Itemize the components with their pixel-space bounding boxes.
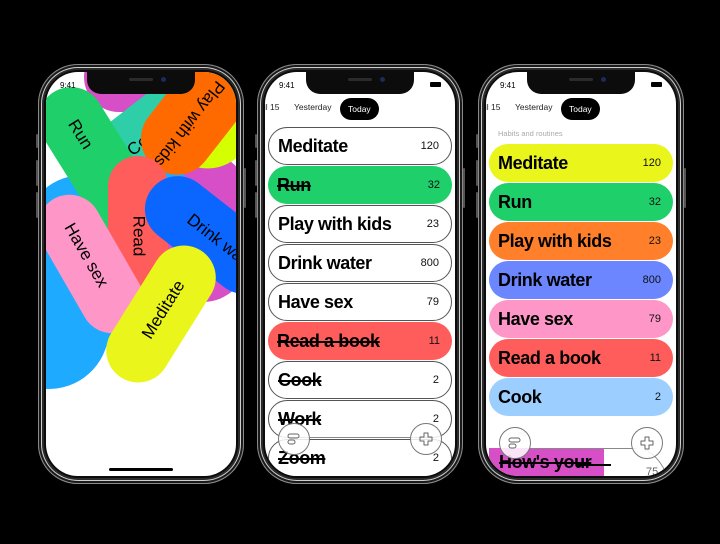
power-button <box>244 168 246 208</box>
habit-row[interactable]: Have sex 79 <box>268 283 452 321</box>
habit-name: Have sex <box>278 291 353 312</box>
pill-label: Read <box>128 215 148 257</box>
habit-count: 79 <box>426 296 439 308</box>
routine-item-strike-extension <box>576 464 611 466</box>
battery-icon <box>651 82 662 87</box>
status-time: 9:41 <box>279 81 295 90</box>
habit-count: 2 <box>432 452 439 464</box>
habit-row[interactable]: Meditate 120 <box>489 144 673 182</box>
battery-icon <box>430 82 441 87</box>
habit-name: Read a book <box>277 330 380 351</box>
mute-switch <box>476 134 478 148</box>
habit-count: 11 <box>649 352 661 364</box>
habit-count: 800 <box>642 274 661 286</box>
habit-count: 120 <box>642 157 661 169</box>
volume-down-button <box>36 192 38 218</box>
section-label-habits: Habits and routines <box>498 129 563 138</box>
phone-collage: 9:41 Cook Play with kids Run Read Drink … <box>36 64 246 484</box>
home-indicator[interactable] <box>109 468 173 471</box>
status-time: 9:41 <box>60 81 76 90</box>
tab-today[interactable]: Today <box>561 98 600 120</box>
volume-down-button <box>476 192 478 218</box>
habit-row[interactable]: Drink water 800 <box>489 261 673 299</box>
power-button <box>684 168 686 208</box>
habit-count: 32 <box>427 179 440 191</box>
screen: 9:41 ril 15 Yesterday Today Meditate 120 R… <box>265 72 455 476</box>
habit-count: 120 <box>420 140 439 152</box>
menu-button[interactable] <box>278 423 310 455</box>
habit-row[interactable]: Play with kids 23 <box>489 222 673 260</box>
tab-yesterday[interactable]: Yesterday <box>294 102 332 112</box>
status-time: 9:41 <box>500 81 516 90</box>
habit-row[interactable]: Read a book 11 <box>489 339 673 377</box>
notch <box>87 72 195 94</box>
habit-count: 800 <box>420 257 439 269</box>
habit-row[interactable]: Drink water 800 <box>268 244 452 282</box>
volume-up-button <box>476 160 478 186</box>
habit-name: Play with kids <box>498 230 612 251</box>
habit-count: 23 <box>648 235 661 247</box>
power-button <box>463 168 465 208</box>
habit-row[interactable]: Cook 2 <box>268 361 452 399</box>
pill-label: Have sex <box>60 219 113 291</box>
menu-icon <box>287 433 300 445</box>
plus-icon <box>640 436 654 450</box>
plus-icon <box>419 432 433 446</box>
habit-name: Cook <box>498 386 542 407</box>
volume-up-button <box>36 160 38 186</box>
habit-row[interactable]: Run 32 <box>489 183 673 221</box>
date-tabs: ril 15 Yesterday Today <box>265 98 455 122</box>
notch <box>527 72 635 94</box>
tab-april-15[interactable]: ril 15 <box>486 102 500 112</box>
habit-name: Play with kids <box>278 213 392 234</box>
notch <box>306 72 414 94</box>
volume-down-button <box>255 192 257 218</box>
habit-count: 79 <box>648 313 661 325</box>
pill-label: Meditate <box>137 276 189 343</box>
habit-name: Run <box>498 191 532 212</box>
habit-count: 2 <box>432 374 439 386</box>
habit-row[interactable]: Read a book 11 <box>268 322 452 360</box>
add-button[interactable] <box>631 427 663 459</box>
add-button[interactable] <box>410 423 442 455</box>
habit-name: Drink water <box>278 252 372 273</box>
bottom-bar-line <box>526 448 636 449</box>
tab-yesterday[interactable]: Yesterday <box>515 102 553 112</box>
habit-name: Drink water <box>498 269 592 290</box>
habit-row[interactable]: Play with kids 23 <box>268 205 452 243</box>
habit-count: 2 <box>432 413 439 425</box>
habit-row[interactable]: Run 32 <box>268 166 452 204</box>
mute-switch <box>255 134 257 148</box>
habit-row[interactable]: Meditate 120 <box>268 127 452 165</box>
habit-name: Have sex <box>498 308 573 329</box>
habit-name: Run <box>277 174 311 195</box>
volume-up-button <box>255 160 257 186</box>
habit-list: Meditate 120 Run 32 Play with kids 23 Drink wa… <box>489 144 673 417</box>
habit-name: Cook <box>278 369 322 390</box>
screen: 9:41 Cook Play with kids Run Read Drink … <box>46 72 236 476</box>
bottom-bar-line <box>305 437 415 438</box>
screen: 9:41 ril 15 Yesterday Today Habits and r… <box>486 72 676 476</box>
pill-label: Run <box>64 116 97 153</box>
habit-count: 23 <box>426 218 439 230</box>
habit-count: 32 <box>648 196 661 208</box>
date-tabs: ril 15 Yesterday Today <box>486 98 676 122</box>
tab-april-15[interactable]: ril 15 <box>265 102 279 112</box>
tab-today[interactable]: Today <box>340 98 379 120</box>
habit-name: Read a book <box>498 347 601 368</box>
habit-name: Meditate <box>498 152 568 173</box>
mute-switch <box>36 134 38 148</box>
habit-count: 11 <box>428 335 440 347</box>
menu-icon <box>508 437 521 449</box>
habit-count: 2 <box>654 391 661 403</box>
habit-name: Meditate <box>278 135 348 156</box>
menu-button[interactable] <box>499 427 531 459</box>
phone-today-list: 9:41 ril 15 Yesterday Today Meditate 120 R… <box>255 64 465 484</box>
habit-row[interactable]: Have sex 79 <box>489 300 673 338</box>
phone-colored-list: 9:41 ril 15 Yesterday Today Habits and r… <box>476 64 686 484</box>
habit-row[interactable]: Cook 2 <box>489 378 673 416</box>
